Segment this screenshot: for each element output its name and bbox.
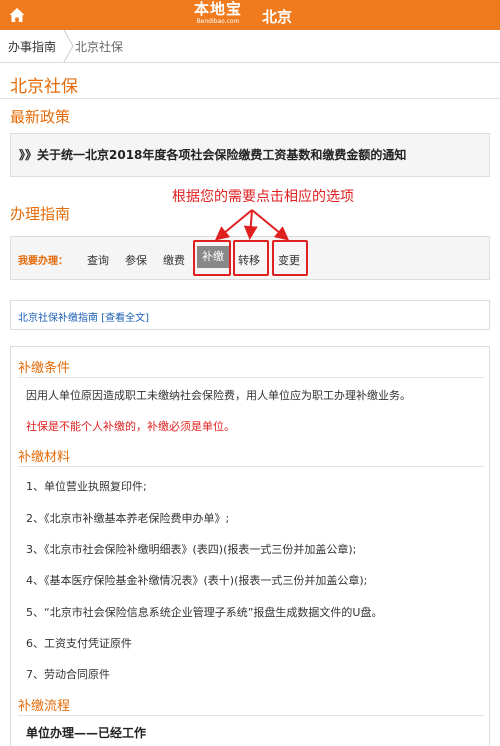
highlight-box-backpay	[193, 240, 231, 276]
material-item-5: 5、“北京市社会保险信息系统企业管理子系统”报盘生成数据文件的U盘。	[26, 606, 383, 619]
breadcrumb: 办事指南 北京社保	[0, 30, 500, 63]
full-text-link[interactable]: [查看全文]	[101, 313, 149, 324]
arrow-to-change	[251, 209, 290, 241]
latest-policy-link[interactable]: 》》关于统一北京2018年度各项社会保险缴费工资基数和缴费金额的通知	[19, 146, 406, 163]
breadcrumb-item-current: 北京社保	[75, 40, 124, 54]
conditions-heading: 补缴条件	[18, 361, 71, 376]
guide-link-box: 北京社保补缴指南 [查看全文]	[10, 300, 490, 330]
handle-label: 我要办理：	[18, 256, 68, 267]
breadcrumb-item-guide[interactable]: 办事指南	[8, 38, 56, 55]
guide-link-row: 北京社保补缴指南 [查看全文]	[18, 309, 149, 324]
conditions-text: 因用人单位原因造成职工未缴纳社会保险费，用人单位应为职工办理补缴业务。	[26, 389, 411, 402]
page-title: 北京社保	[10, 77, 78, 97]
breadcrumb-separator-icon	[63, 30, 74, 62]
arrow-to-transfer	[243, 209, 258, 240]
latest-policy-heading: 最新政策	[10, 108, 71, 126]
home-icon[interactable]	[8, 6, 26, 24]
highlight-box-change	[272, 240, 308, 276]
logo-text: 本地宝	[193, 0, 242, 18]
material-item-4: 4、《基本医疗保险基金补缴情况表》(表十)(报表一式三份并加盖公章);	[26, 574, 368, 587]
conditions-divider	[18, 377, 484, 378]
site-logo[interactable]: 本地宝 Bendibao.com	[186, 1, 250, 29]
material-item-2: 2、《北京市补缴基本养老保险费申办单》;	[26, 512, 230, 525]
guide-link[interactable]: 北京社保补缴指南	[18, 313, 98, 324]
option-pay[interactable]: 缴费	[163, 252, 185, 268]
option-query[interactable]: 查询	[87, 252, 109, 268]
guide-heading: 办理指南	[10, 205, 71, 223]
logo-subtext: Bendibao.com	[196, 18, 240, 25]
highlight-box-transfer	[233, 240, 269, 276]
material-item-3: 3、《北京市社会保险补缴明细表》(表四)(报表一式三份并加盖公章);	[26, 543, 357, 556]
arrow-to-backpay	[214, 209, 253, 241]
latest-policy-box: 》》关于统一北京2018年度各项社会保险缴费工资基数和缴费金额的通知	[10, 133, 490, 177]
conditions-warning: 社保是不能个人补缴的，补缴必须是单位。	[26, 420, 235, 433]
materials-divider	[18, 466, 484, 467]
material-item-6: 6、工资支付凭证原件	[26, 637, 132, 650]
process-divider	[18, 715, 484, 716]
material-item-1: 1、单位营业执照复印件;	[26, 480, 147, 493]
content-panel: 补缴条件 因用人单位原因造成职工未缴纳社会保险费，用人单位应为职工办理补缴业务。…	[10, 346, 490, 746]
option-enroll[interactable]: 参保	[125, 252, 147, 268]
process-subheading: 单位办理——已经工作	[26, 726, 147, 740]
city-name[interactable]: 北京	[262, 6, 292, 27]
materials-heading: 补缴材料	[18, 450, 71, 465]
top-header-bar: 本地宝 Bendibao.com 北京	[0, 0, 500, 30]
annotation-text: 根据您的需要点击相应的选项	[172, 189, 354, 205]
title-divider	[0, 98, 500, 99]
material-item-7: 7、劳动合同原件	[26, 668, 110, 681]
process-heading: 补缴流程	[18, 699, 71, 714]
